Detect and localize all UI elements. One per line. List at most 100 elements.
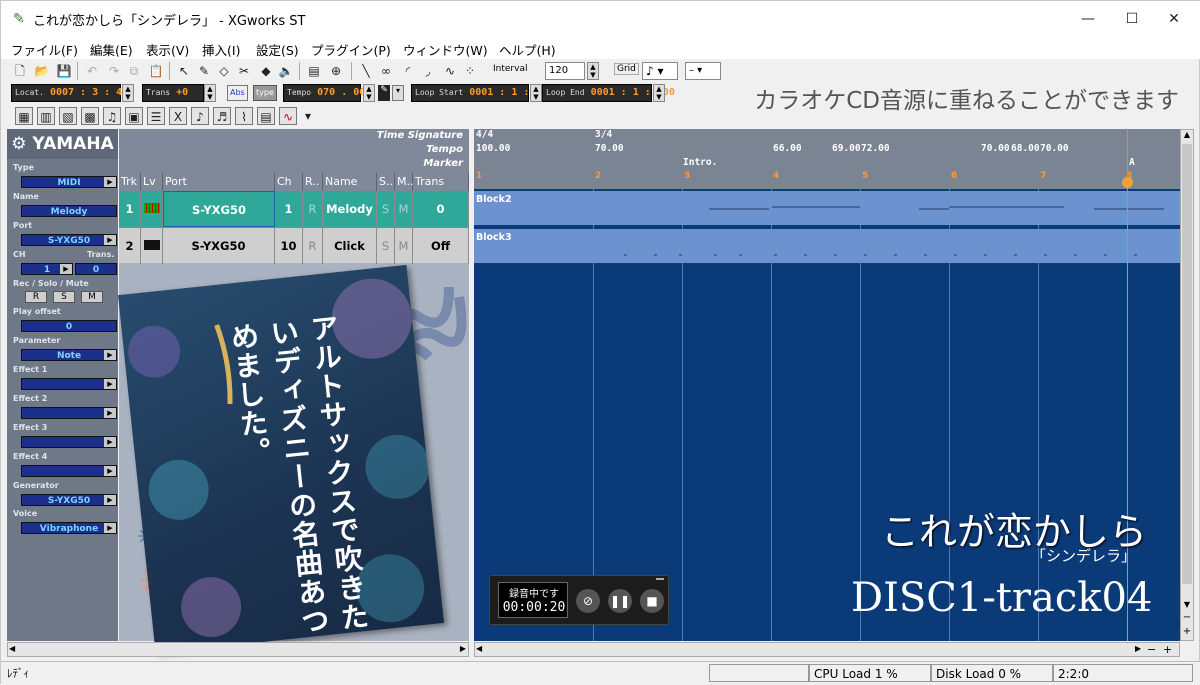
drum-icon[interactable]: ▩ [81, 107, 99, 125]
effect2-select[interactable]: ▶ [21, 407, 117, 419]
track1-block[interactable]: Block2 [474, 191, 1180, 225]
effect3-select[interactable]: ▶ [21, 436, 117, 448]
col-solo[interactable]: S.. [377, 173, 395, 191]
copy-icon[interactable]: ⧉ [125, 62, 143, 80]
timeline-ruler[interactable]: 4/4 3/4 100.00 70.00 66.00 69.00 72.00 7… [474, 129, 1180, 189]
grid-note-select[interactable]: ♪ ▾ [642, 62, 678, 80]
name-field[interactable]: Melody [21, 205, 117, 217]
track-channel[interactable]: 10 [275, 228, 303, 264]
mixer-icon[interactable]: ▥ [37, 107, 55, 125]
menu-edit[interactable]: 編集(E) [90, 40, 133, 59]
stop-icon[interactable]: ■ [640, 589, 664, 613]
col-rec[interactable]: R.. [303, 173, 323, 191]
pencil-tool-icon[interactable]: ✎ [195, 62, 213, 80]
type-toggle[interactable]: type [253, 85, 277, 101]
mute-button[interactable]: M [81, 291, 103, 303]
loop-end-display[interactable]: Loop End 0001 : 1 : 000 [542, 84, 675, 102]
pause-icon[interactable]: ❚❚ [608, 589, 632, 613]
arrange-horizontal-scrollbar[interactable]: ◀ ▶ − + [474, 642, 1180, 657]
menu-view[interactable]: 表示(V) [146, 40, 189, 59]
menu-window[interactable]: ウィンドウ(W) [403, 40, 488, 59]
track-row[interactable]: 1 S-YXG50 1 R Melody S M 0 [119, 191, 469, 227]
tempo-edit-icon[interactable]: ✎ [378, 85, 390, 101]
grid-type-select[interactable]: – ▾ [685, 62, 721, 80]
col-name[interactable]: Name [323, 173, 377, 191]
menu-file[interactable]: ファイル(F) [11, 40, 78, 59]
track-port[interactable]: S-YXG50 [163, 191, 275, 227]
track-channel[interactable]: 1 [275, 191, 303, 227]
effect-icon[interactable]: ♬ [213, 107, 231, 125]
effect4-select[interactable]: ▶ [21, 465, 117, 477]
mic-muted-icon[interactable]: ⊘ [576, 589, 600, 613]
scroll-down-icon[interactable]: ▼ [1181, 600, 1193, 610]
arc2-tool-icon[interactable]: ◞ [419, 62, 437, 80]
track-name[interactable]: Melody [323, 191, 377, 227]
save-icon[interactable]: 💾 [55, 62, 73, 80]
maximize-button[interactable]: ☐ [1109, 1, 1155, 37]
wave-editor-icon[interactable]: ∿ [279, 107, 297, 125]
tempo-step-button[interactable]: ▾ [392, 85, 404, 101]
undo-icon[interactable]: ↶ [83, 62, 101, 80]
scroll-left-icon[interactable]: ◀ [476, 644, 482, 653]
glue-tool-icon[interactable]: ✂ [235, 62, 253, 80]
voice-select[interactable]: Vibraphone ▶ [21, 522, 117, 534]
graph-icon[interactable]: ⌇ [235, 107, 253, 125]
arc-tool-icon[interactable]: ◜ [399, 62, 417, 80]
track-transpose[interactable]: 0 [413, 191, 469, 227]
zoom-in-vertical-icon[interactable]: + [1181, 626, 1193, 638]
menu-plugins[interactable]: プラグイン(P) [311, 40, 391, 59]
piano-roll-icon[interactable]: ▧ [59, 107, 77, 125]
port-select[interactable]: S-YXG50 ▶ [21, 234, 117, 246]
trans-field[interactable]: 0 [75, 263, 117, 275]
grid-view-icon[interactable]: ▤ [305, 62, 323, 80]
zoom-out-vertical-icon[interactable]: − [1181, 612, 1193, 624]
interval-spinner[interactable]: ▲ ▼ [587, 62, 599, 80]
track-mute-toggle[interactable]: M [395, 228, 413, 264]
track2-block[interactable]: Block3 [474, 229, 1180, 263]
ch-select[interactable]: 1 ▶ [21, 263, 73, 275]
crosshair-icon[interactable]: ⊕ [327, 62, 345, 80]
menu-insert[interactable]: 挿入(I) [202, 40, 240, 59]
track-solo-toggle[interactable]: S [377, 228, 395, 264]
track-port[interactable]: S-YXG50 [163, 228, 275, 264]
line-tool-icon[interactable]: ╲ [357, 62, 375, 80]
col-trans[interactable]: Trans [413, 173, 469, 191]
tempo-display[interactable]: Tempo 070 . 00 [283, 84, 365, 102]
col-port[interactable]: Port [163, 173, 275, 191]
track-mute-toggle[interactable]: M [395, 191, 413, 227]
grid2-icon[interactable]: ▤ [257, 107, 275, 125]
voice-icon[interactable]: ♪ [191, 107, 209, 125]
track-row[interactable]: 2 S-YXG50 10 R Click S M Off [119, 227, 469, 264]
zoom-out-horizontal-icon[interactable]: − [1147, 643, 1156, 656]
pointer-tool-icon[interactable]: ↖ [175, 62, 193, 80]
type-select[interactable]: MIDI ▶ [21, 176, 117, 188]
interval-field[interactable]: 120 [545, 62, 585, 80]
rec-button[interactable]: R [25, 291, 47, 303]
col-lv[interactable]: Lv [141, 173, 163, 191]
list-icon[interactable]: ☰ [147, 107, 165, 125]
toolbar-more-icon[interactable]: ▾ [299, 107, 317, 125]
col-ch[interactable]: Ch [275, 173, 303, 191]
xg-editor-icon[interactable]: X [169, 107, 187, 125]
scroll-thumb[interactable] [1182, 144, 1192, 584]
paste-icon[interactable]: 📋 [147, 62, 165, 80]
col-mute[interactable]: M.. [395, 173, 413, 191]
transpose-display[interactable]: Trans +0 [142, 84, 204, 102]
effect1-select[interactable]: ▶ [21, 378, 117, 390]
recorder-minimize-icon[interactable] [656, 578, 664, 580]
track-name[interactable]: Click [323, 228, 377, 264]
parameter-select[interactable]: Note ▶ [21, 349, 117, 361]
speaker-icon[interactable]: 🔈 [277, 62, 295, 80]
curve-tool-icon[interactable]: ∞ [377, 62, 395, 80]
open-folder-icon[interactable]: 📂 [33, 62, 51, 80]
generator-select[interactable]: S-YXG50 ▶ [21, 494, 117, 506]
track-view-icon[interactable]: ▦ [15, 107, 33, 125]
location-spinner[interactable]: ▲ ▼ [122, 84, 134, 102]
loop-end-spinner[interactable]: ▲ ▼ [653, 84, 665, 102]
scroll-left-icon[interactable]: ◀ [9, 644, 15, 653]
tempo-spinner[interactable]: ▲ ▼ [363, 84, 375, 102]
arrange-vertical-scrollbar[interactable]: ▲ ▼ − + [1180, 129, 1194, 641]
new-file-icon[interactable]: 🗋 [11, 62, 29, 80]
location-display[interactable]: Locat. 0007 : 3 : 468 [11, 84, 134, 102]
transpose-spinner[interactable]: ▲ ▼ [204, 84, 216, 102]
